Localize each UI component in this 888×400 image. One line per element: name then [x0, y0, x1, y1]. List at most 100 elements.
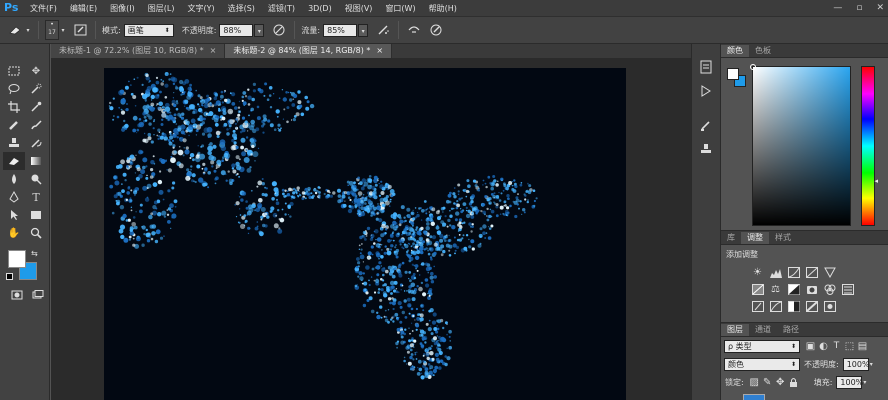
brush-size-picker[interactable]: • 17	[45, 20, 59, 40]
quick-mask-icon[interactable]	[6, 286, 28, 304]
shape-layer-filter-icon[interactable]: ⬚	[843, 340, 856, 353]
menu-window[interactable]: 窗口(W)	[385, 3, 415, 14]
tab-libraries[interactable]: 库	[721, 232, 741, 244]
close-icon[interactable]: ×	[210, 44, 217, 58]
layer-opacity-input[interactable]: 100%	[842, 357, 870, 371]
lock-position-icon[interactable]: ✥	[774, 376, 787, 389]
tab-document-1[interactable]: 未标题-1 @ 72.2% (图层 10, RGB/8) * ×	[51, 44, 226, 58]
menu-type[interactable]: 文字(Y)	[187, 3, 214, 14]
spot-healing-tool-icon[interactable]	[3, 116, 25, 134]
swap-colors-icon[interactable]: ⇆	[31, 249, 38, 258]
flow-slider-toggle[interactable]: ▾	[358, 23, 369, 37]
restore-button[interactable]: ▫	[856, 3, 862, 13]
adjustment-layer-filter-icon[interactable]: ◐	[817, 340, 830, 353]
menu-edit[interactable]: 编辑(E)	[70, 3, 97, 14]
brush-presets-icon[interactable]	[695, 116, 717, 134]
zoom-tool-icon[interactable]	[25, 224, 47, 242]
minimize-button[interactable]: —	[833, 3, 842, 13]
mode-select[interactable]: 画笔 ⬍	[123, 23, 174, 37]
levels-icon[interactable]	[769, 266, 782, 279]
pressure-size-icon[interactable]	[427, 21, 445, 39]
smart-object-filter-icon[interactable]: ▤	[856, 340, 869, 353]
lock-transparent-icon[interactable]: ▨	[748, 376, 761, 389]
clone-source-icon[interactable]	[695, 140, 717, 158]
eyedropper-tool-icon[interactable]	[25, 98, 47, 116]
foreground-color-swatch[interactable]	[727, 68, 739, 80]
hue-slider-handle[interactable]: ◂	[874, 177, 878, 185]
gradient-map-icon[interactable]	[805, 300, 818, 313]
menu-filter[interactable]: 滤镜(T)	[268, 3, 295, 14]
opacity-slider-toggle[interactable]: ▾	[254, 23, 265, 37]
brush-panel-icon[interactable]	[71, 21, 89, 39]
clone-stamp-tool-icon[interactable]	[3, 134, 25, 152]
eraser-tool-icon[interactable]	[3, 152, 25, 170]
hand-tool-icon[interactable]: ✋	[3, 224, 25, 242]
move-tool-icon[interactable]: ✥	[25, 62, 47, 80]
channel-mixer-icon[interactable]	[823, 283, 836, 296]
pressure-opacity-icon[interactable]	[270, 21, 288, 39]
tab-adjustments[interactable]: 调整	[741, 232, 769, 244]
close-icon[interactable]: ×	[376, 44, 383, 58]
crop-tool-icon[interactable]	[3, 98, 25, 116]
tab-swatches[interactable]: 色板	[749, 45, 777, 57]
brush-tool-icon[interactable]	[25, 116, 47, 134]
blend-mode-select[interactable]: 颜色 ⬍	[724, 357, 800, 371]
tab-paths[interactable]: 路径	[777, 324, 805, 336]
menu-file[interactable]: 文件(F)	[30, 3, 57, 14]
pixel-layer-filter-icon[interactable]: ▣	[804, 340, 817, 353]
tab-styles[interactable]: 样式	[769, 232, 797, 244]
lasso-tool-icon[interactable]	[3, 80, 25, 98]
blur-tool-icon[interactable]	[3, 170, 25, 188]
chevron-down-icon[interactable]: ▾	[24, 21, 32, 39]
vibrance-icon[interactable]	[823, 266, 836, 279]
layer-filter-select[interactable]: ρ 类型 ⬍	[724, 339, 800, 353]
threshold-icon[interactable]	[787, 300, 800, 313]
pen-tool-icon[interactable]	[3, 188, 25, 206]
foreground-color-swatch[interactable]	[8, 250, 26, 268]
history-brush-tool-icon[interactable]	[25, 134, 47, 152]
default-colors-icon[interactable]	[6, 273, 13, 280]
invert-icon[interactable]	[751, 300, 764, 313]
document-canvas[interactable]	[104, 68, 626, 400]
flow-input[interactable]: 85%	[323, 23, 358, 37]
opacity-input[interactable]: 88%	[219, 23, 254, 37]
selective-color-icon[interactable]	[823, 300, 836, 313]
photo-filter-icon[interactable]	[805, 283, 818, 296]
color-picker-field[interactable]	[750, 64, 851, 226]
menu-layer[interactable]: 图层(L)	[148, 3, 175, 14]
layer-fill-input[interactable]: 100%	[836, 375, 863, 389]
dodge-tool-icon[interactable]	[25, 170, 47, 188]
chevron-down-icon[interactable]: ▾	[59, 21, 67, 39]
screen-mode-icon[interactable]	[27, 286, 49, 304]
menu-3d[interactable]: 3D(D)	[308, 4, 332, 13]
actions-panel-icon[interactable]	[695, 82, 717, 100]
rectangle-tool-icon[interactable]	[25, 206, 47, 224]
menu-image[interactable]: 图像(I)	[110, 3, 135, 14]
brightness-contrast-icon[interactable]: ☀	[751, 266, 764, 279]
lock-pixels-icon[interactable]: ✎	[761, 376, 774, 389]
color-balance-icon[interactable]: ⚖	[769, 283, 782, 296]
menu-view[interactable]: 视图(V)	[345, 3, 373, 14]
history-panel-icon[interactable]	[695, 58, 717, 76]
quick-selection-tool-icon[interactable]	[25, 80, 47, 98]
black-white-icon[interactable]	[787, 283, 800, 296]
chevron-down-icon[interactable]: ▾	[870, 361, 873, 368]
hue-slider[interactable]: ◂	[861, 66, 878, 226]
tab-channels[interactable]: 通道	[749, 324, 777, 336]
erase-to-history-icon[interactable]	[405, 21, 423, 39]
marquee-tool-icon[interactable]	[3, 62, 25, 80]
airbrush-icon[interactable]	[374, 21, 392, 39]
exposure-icon[interactable]	[805, 266, 818, 279]
tab-layers[interactable]: 图层	[721, 324, 749, 336]
tab-color[interactable]: 颜色	[721, 45, 749, 57]
canvas-workspace[interactable]	[51, 58, 691, 400]
close-window-button[interactable]: ✕	[876, 3, 884, 13]
menu-help[interactable]: 帮助(H)	[429, 3, 457, 14]
gradient-tool-icon[interactable]	[25, 152, 47, 170]
tab-document-2[interactable]: 未标题-2 @ 84% (图层 14, RGB/8) * ×	[225, 44, 393, 58]
chevron-down-icon[interactable]: ▾	[863, 379, 866, 386]
type-layer-filter-icon[interactable]: T	[830, 340, 843, 353]
hue-saturation-icon[interactable]	[751, 283, 764, 296]
posterize-icon[interactable]	[769, 300, 782, 313]
lock-all-icon[interactable]	[787, 376, 800, 389]
